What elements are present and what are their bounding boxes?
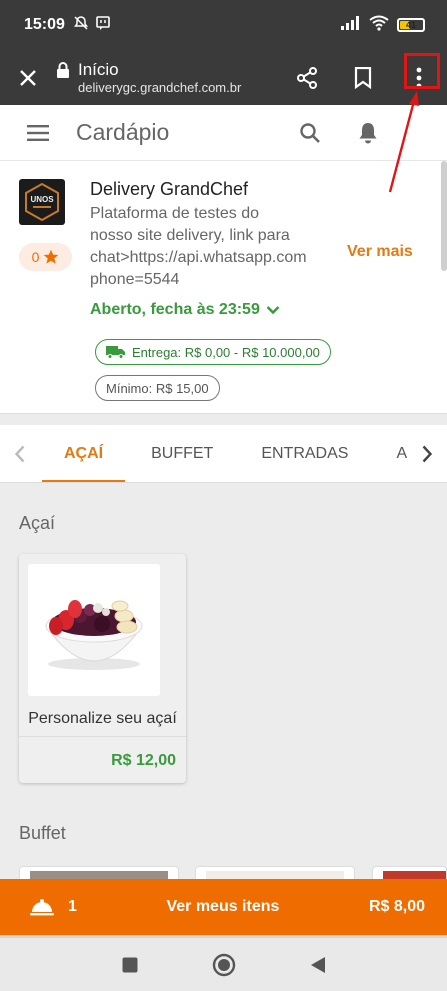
status-left-icons <box>73 15 111 36</box>
cart-total: R$ 8,00 <box>368 898 425 915</box>
delivery-fee-text: Entrega: R$ 0,00 - R$ 10.000,00 <box>132 344 320 360</box>
app-header: Cardápio <box>0 105 447 161</box>
store-name: Delivery GrandChef <box>90 179 249 199</box>
page-title: Início <box>78 59 119 79</box>
product-name: Personalize seu açaí <box>28 710 177 727</box>
view-cart-bar[interactable]: 1 Ver meus itens R$ 8,00 <box>0 879 447 935</box>
status-bar: 15:09 41 <box>0 0 447 50</box>
recents-icon <box>122 957 137 972</box>
system-nav-bar <box>0 938 447 991</box>
see-more-link[interactable]: Ver mais <box>347 243 413 261</box>
back-icon <box>310 956 325 973</box>
close-tab-button[interactable] <box>0 50 56 105</box>
store-info-card: UNOS 0 Delivery GrandChef Plataforma de … <box>0 161 447 414</box>
battery-icon: 41 <box>397 18 425 32</box>
cart-item-count: 1 <box>68 898 77 915</box>
status-right: 41 <box>341 15 425 36</box>
delivery-fee-chip: Entrega: R$ 0,00 - R$ 10.000,00 <box>95 339 331 365</box>
browser-toolbar: Início deliverygc.grandchef.com.br <box>0 50 447 105</box>
wifi-icon <box>369 15 389 36</box>
logo-text: UNOS <box>30 195 54 204</box>
chevron-down-icon <box>266 306 280 315</box>
back-button[interactable] <box>303 950 333 980</box>
open-status-text: Aberto, fecha às 23:59 <box>90 301 260 318</box>
tab-a-la-carte[interactable]: A LA CA <box>372 425 407 482</box>
minimum-order-text: Mínimo: R$ 15,00 <box>106 380 209 396</box>
product-price: R$ 12,00 <box>111 752 176 769</box>
rating-value: 0 <box>31 249 40 265</box>
home-button[interactable] <box>209 950 239 980</box>
minimum-order-chip: Mínimo: R$ 15,00 <box>95 375 220 401</box>
tabs-scroll-left[interactable] <box>0 425 40 482</box>
section-title-acai: Açaí <box>19 513 56 533</box>
store-logo: UNOS <box>19 179 65 225</box>
store-description: Plataforma de testes do nosso site deliv… <box>90 205 307 288</box>
page-scrollbar[interactable] <box>441 161 447 271</box>
share-button[interactable] <box>279 50 335 105</box>
recents-button[interactable] <box>115 950 145 980</box>
tab-buffet[interactable]: BUFFET <box>127 425 237 482</box>
screen: 15:09 41 Início deliverygc.grandchef.com… <box>0 0 447 991</box>
rating-badge[interactable]: 0 <box>19 243 72 271</box>
tab-entradas[interactable]: ENTRADAS <box>237 425 372 482</box>
hamburger-icon <box>27 124 49 141</box>
home-icon <box>212 953 235 976</box>
open-status-toggle[interactable]: Aberto, fecha às 23:59 <box>90 301 280 319</box>
menu-highlight-box <box>404 53 440 89</box>
title-row: Início <box>56 60 279 80</box>
page-url: deliverygc.grandchef.com.br <box>78 79 242 95</box>
mute-icon <box>73 15 89 36</box>
status-time: 15:09 <box>24 16 65 33</box>
signal-icon <box>341 15 361 35</box>
bookmark-button[interactable] <box>335 50 391 105</box>
product-image <box>28 564 160 696</box>
product-card[interactable]: Personalize seu açaí R$ 12,00 <box>19 554 186 783</box>
category-tabs: AÇAÍ BUFFET ENTRADAS A LA CA <box>0 425 447 483</box>
close-icon <box>20 69 36 86</box>
chat-icon <box>95 15 111 36</box>
bookmark-icon <box>354 66 372 89</box>
menu-button[interactable] <box>0 105 76 161</box>
cloche-icon <box>30 899 54 916</box>
category-tab-track: AÇAÍ BUFFET ENTRADAS A LA CA <box>40 425 407 482</box>
battery-level: 41 <box>405 20 416 30</box>
chevron-left-icon <box>15 445 25 462</box>
truck-icon <box>106 346 125 359</box>
store-logo-image: UNOS <box>25 182 59 222</box>
view-cart-label: Ver meus itens <box>166 898 280 915</box>
share-icon <box>297 66 317 89</box>
star-icon <box>44 249 59 264</box>
tab-acai[interactable]: AÇAÍ <box>40 425 127 482</box>
search-button[interactable] <box>281 105 339 161</box>
bell-icon <box>359 122 377 143</box>
tabs-scroll-right[interactable] <box>407 425 447 482</box>
lock-icon <box>57 61 69 78</box>
chevron-right-icon <box>422 445 432 462</box>
app-title: Cardápio <box>76 119 170 145</box>
section-title-buffet: Buffet <box>19 823 66 843</box>
notifications-button[interactable] <box>339 105 397 161</box>
search-icon <box>300 122 320 143</box>
browser-title-block: Início deliverygc.grandchef.com.br <box>56 60 279 96</box>
acai-bowl-image <box>45 600 143 670</box>
product-divider <box>19 736 186 737</box>
